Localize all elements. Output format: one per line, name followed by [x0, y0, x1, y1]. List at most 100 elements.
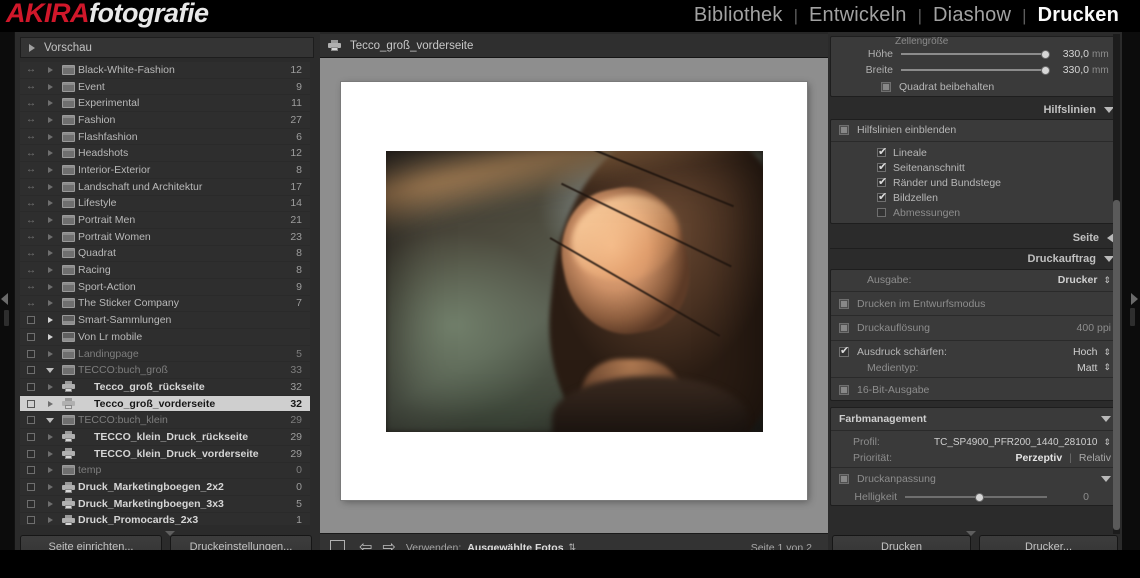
print-canvas[interactable] [320, 58, 828, 533]
preview-panel-header[interactable]: Vorschau [20, 37, 314, 58]
intent-perzeptiv[interactable]: Perzeptiv [1015, 452, 1062, 464]
collection-checkbox[interactable] [20, 483, 42, 492]
chevron-down-icon[interactable] [1101, 415, 1111, 422]
collection-row[interactable]: ↔ Flashfashion 6 [20, 129, 310, 146]
collection-row[interactable]: ↔ The Sticker Company 7 [20, 296, 310, 313]
brightness-slider[interactable] [905, 492, 1047, 502]
collection-row[interactable]: TECCO:buch_groß 33 [20, 362, 310, 380]
media-type-value[interactable]: Matt [1077, 362, 1097, 374]
collection-row[interactable]: Druck_Marketingboegen_3x3 5 [20, 496, 310, 513]
cell-height-slider[interactable] [901, 49, 1051, 59]
chevron-right-icon[interactable] [42, 150, 58, 157]
chevron-right-icon[interactable] [42, 183, 58, 190]
guide-option-raender[interactable]: Ränder und Bundstege [831, 175, 1119, 190]
collection-checkbox[interactable] [20, 332, 42, 341]
collection-row[interactable]: Von Lr mobile [20, 329, 310, 346]
output-row[interactable]: Ausgabe: Drucker ⇕ [831, 270, 1119, 290]
page-section-header[interactable]: Seite [830, 228, 1120, 248]
chevron-right-icon[interactable] [42, 133, 58, 140]
chevron-right-icon[interactable] [42, 200, 58, 207]
show-guides-row[interactable]: Hilfslinien einblenden [831, 120, 1119, 140]
collection-checkbox[interactable] [20, 499, 42, 508]
collection-row[interactable]: ↔ Landschaft und Architektur 17 [20, 179, 310, 196]
keep-square-row[interactable]: Quadrat beibehalten [831, 78, 1119, 96]
spinner-icon[interactable]: ⇕ [1103, 275, 1111, 285]
collection-checkbox[interactable] [20, 449, 42, 458]
output-value[interactable]: Drucker [1058, 274, 1098, 286]
collection-row[interactable]: Tecco_groß_rückseite 32 [20, 379, 310, 396]
resolution-checkbox[interactable] [839, 323, 849, 333]
right-panel-grip[interactable] [1130, 308, 1135, 326]
print-page[interactable] [341, 82, 807, 500]
bildzellen-checkbox[interactable] [877, 190, 887, 203]
chevron-right-icon[interactable] [42, 283, 58, 290]
guides-section-header[interactable]: Hilfslinien [830, 101, 1120, 119]
collection-checkbox[interactable] [20, 466, 42, 475]
collection-row[interactable]: ↔ Fashion 27 [20, 112, 310, 129]
collection-row[interactable]: Druck_Marketingboegen_2x2 0 [20, 479, 310, 496]
sixteen-bit-checkbox[interactable] [839, 384, 849, 395]
chevron-right-icon[interactable] [42, 267, 58, 274]
brightness-row[interactable]: Helligkeit 0 [831, 489, 1119, 505]
guide-option-abmessungen[interactable]: Abmessungen [831, 205, 1119, 220]
right-panel-edge[interactable] [1122, 32, 1140, 550]
module-diashow[interactable]: Diashow [922, 4, 1022, 27]
draft-mode-row[interactable]: Drucken im Entwurfsmodus [831, 293, 1119, 314]
cell-width-slider[interactable] [901, 65, 1051, 75]
filmstrip-grip[interactable] [565, 568, 581, 575]
cell-width-row[interactable]: Breite 330,0 mm [831, 62, 1119, 78]
spinner-icon[interactable]: ⇕ [1103, 347, 1111, 357]
chevron-right-icon[interactable] [42, 66, 58, 73]
chevron-right-icon[interactable] [42, 333, 58, 340]
collection-row[interactable]: ↔ Headshots 12 [20, 145, 310, 163]
sharpen-row[interactable]: Ausdruck schärfen: Hoch ⇕ [831, 342, 1119, 359]
lineale-checkbox[interactable] [877, 145, 887, 158]
print-job-section-header[interactable]: Druckauftrag [830, 249, 1120, 269]
chevron-right-icon[interactable] [42, 433, 58, 440]
intent-row[interactable]: Priorität: Perzeptiv | Relativ [831, 449, 1119, 466]
guide-option-bildzellen[interactable]: Bildzellen [831, 190, 1119, 205]
module-bibliothek[interactable]: Bibliothek [683, 4, 794, 27]
intent-relativ[interactable]: Relativ [1079, 452, 1111, 464]
collection-checkbox[interactable] [20, 516, 42, 525]
draft-mode-checkbox[interactable] [839, 298, 849, 309]
chevron-right-icon[interactable] [42, 217, 58, 224]
chevron-right-icon[interactable] [42, 450, 58, 457]
chevron-down-icon[interactable] [42, 417, 58, 423]
collection-checkbox[interactable] [20, 382, 42, 391]
chevron-right-icon[interactable] [42, 467, 58, 474]
photo-cell[interactable] [386, 151, 763, 432]
chevron-right-icon[interactable] [42, 350, 58, 357]
chevron-right-icon[interactable] [42, 233, 58, 240]
collection-row[interactable]: ↔ Quadrat 8 [20, 246, 310, 263]
collection-row[interactable]: Druck_Promocards_2x3 1 [20, 513, 310, 525]
media-type-row[interactable]: Medientyp: Matt ⇕ [831, 359, 1119, 376]
sixteen-bit-row[interactable]: 16-Bit-Ausgabe [831, 379, 1119, 400]
chevron-right-icon[interactable] [42, 100, 58, 107]
raender-checkbox[interactable] [877, 175, 887, 188]
collection-checkbox[interactable] [20, 366, 42, 375]
cell-height-row[interactable]: Höhe 330,0 mm [831, 46, 1119, 62]
collection-row[interactable]: TECCO_klein_Druck_rückseite 29 [20, 429, 310, 446]
chevron-right-icon[interactable] [42, 517, 58, 524]
collection-row[interactable]: TECCO:buch_klein 29 [20, 412, 310, 430]
chevron-down-icon[interactable] [42, 367, 58, 373]
left-panel-grip[interactable] [4, 310, 9, 326]
collection-row[interactable]: TECCO_klein_Druck_vorderseite 29 [20, 446, 310, 463]
sharpen-value[interactable]: Hoch [1073, 346, 1098, 358]
right-panel-handle-icon[interactable] [966, 531, 976, 536]
left-panel-edge[interactable] [0, 32, 14, 550]
chevron-right-icon[interactable] [42, 250, 58, 257]
color-management-header[interactable]: Farbmanagement [831, 408, 1119, 429]
collection-row[interactable]: ↔ Racing 8 [20, 262, 310, 279]
collection-row[interactable]: Smart-Sammlungen [20, 312, 310, 329]
collection-row[interactable]: ↔ Sport-Action 9 [20, 279, 310, 296]
profile-value[interactable]: TC_SP4900_PFR200_1440_281010 [934, 437, 1097, 448]
abmessungen-checkbox[interactable] [877, 208, 886, 217]
collections-list[interactable]: ↔ Black-White-Fashion 12 ↔ Event 9 ↔ Experiment… [20, 62, 310, 525]
cell-height-value[interactable]: 330,0 [1047, 48, 1089, 60]
right-panel-collapse-icon[interactable] [1131, 293, 1138, 305]
seitenanschnitt-checkbox[interactable] [877, 160, 887, 173]
collection-checkbox[interactable] [20, 399, 42, 408]
collection-checkbox[interactable] [20, 432, 42, 441]
